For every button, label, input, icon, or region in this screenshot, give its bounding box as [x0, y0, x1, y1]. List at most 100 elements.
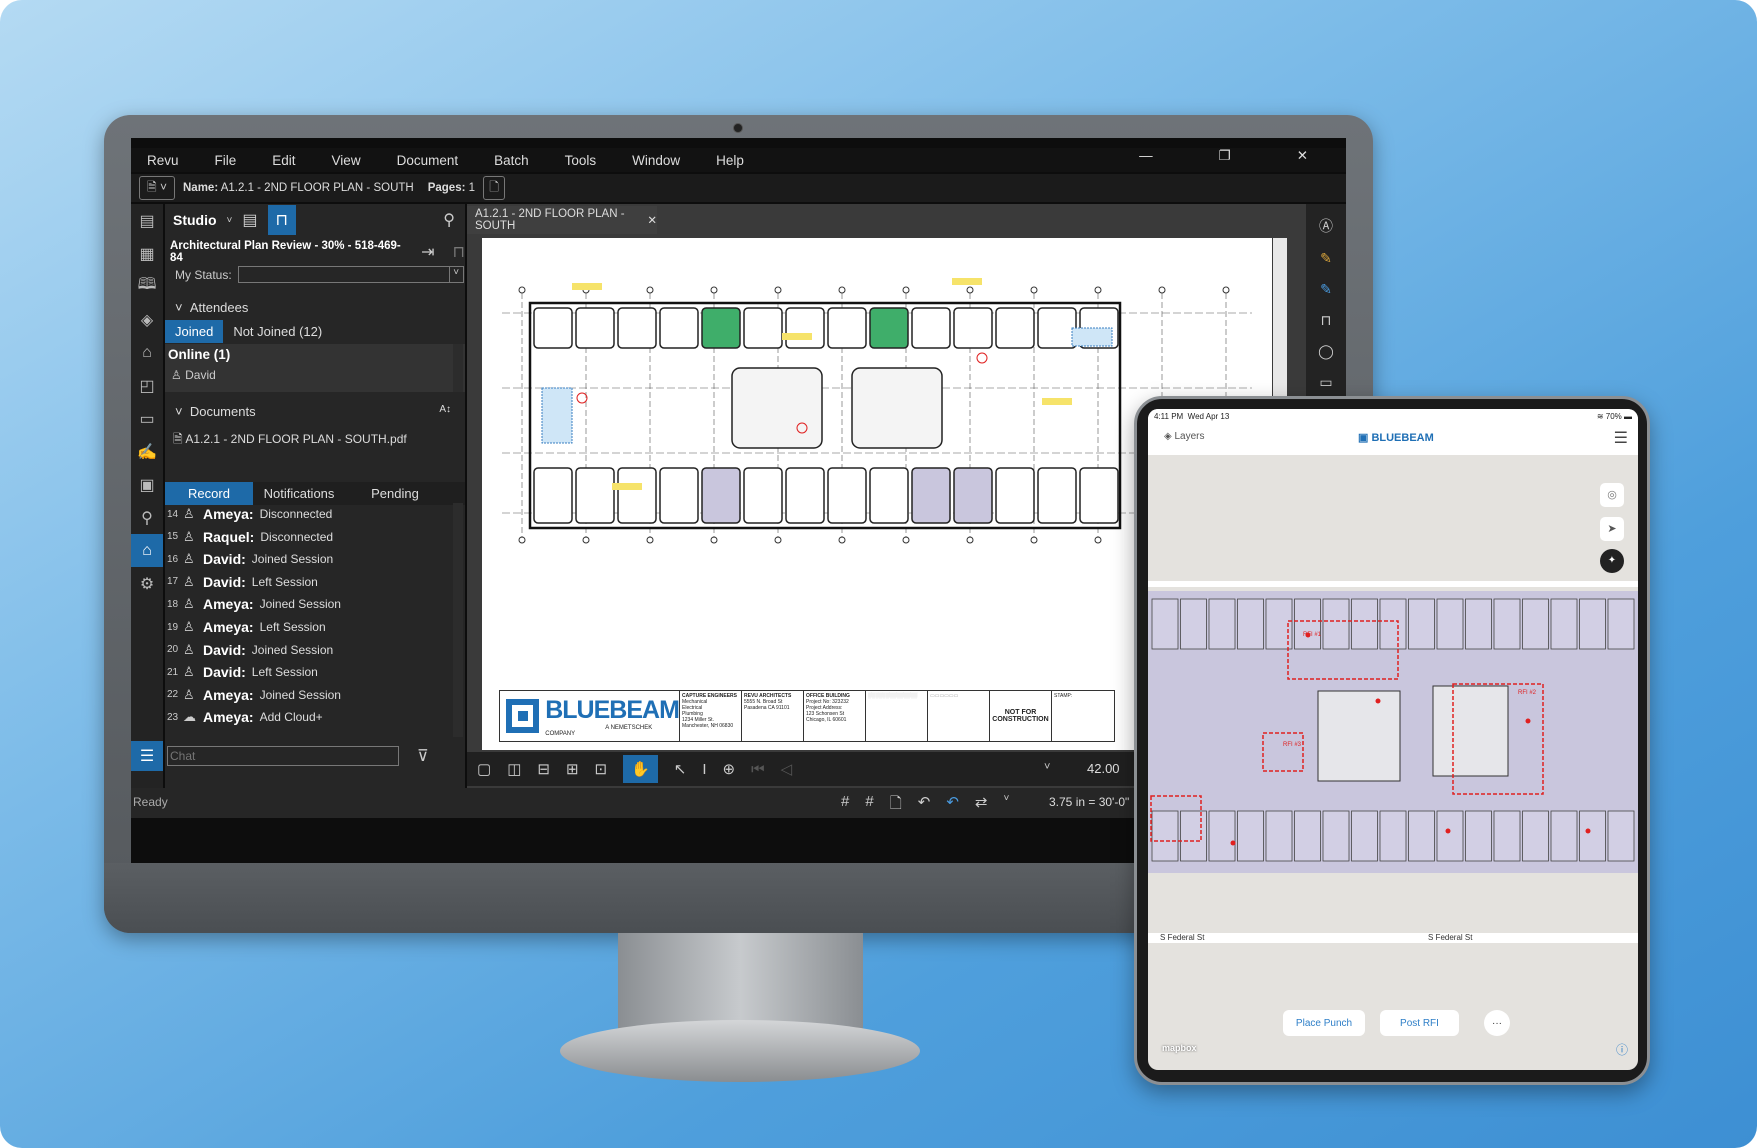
tablet-floor-plan[interactable]: RFI #1RFI #2RFI #3	[1148, 591, 1638, 873]
grid-icon[interactable]: #	[841, 793, 849, 818]
single-page-icon[interactable]: ▢	[477, 760, 491, 778]
measure-icon[interactable]: ▭	[131, 402, 163, 435]
split-vertical-icon[interactable]: ◫	[507, 760, 521, 778]
record-scrollbar[interactable]	[453, 503, 463, 737]
info-icon[interactable]: ⓘ	[1616, 1041, 1628, 1058]
text-select-icon[interactable]: I	[702, 761, 706, 778]
record-row[interactable]: 22 ♙ Ameya: Joined Session	[167, 684, 341, 706]
disconnect-icon[interactable]: ⚲	[443, 210, 455, 230]
record-row[interactable]: 20 ♙ David: Joined Session	[167, 639, 333, 661]
documents-header[interactable]: ˅ Documents A↕	[165, 404, 465, 419]
more-options-button[interactable]: ···	[1484, 1010, 1510, 1036]
thumbnails-icon[interactable]: ▦	[131, 237, 163, 270]
compass-icon[interactable]: ✦	[1600, 549, 1624, 573]
menu-tools[interactable]: Tools	[565, 153, 597, 168]
record-row[interactable]: 15 ♙ Raquel: Disconnected	[167, 526, 333, 548]
post-rfi-button[interactable]: Post RFI	[1380, 1010, 1459, 1036]
zoom-icon[interactable]: ⊕	[723, 760, 736, 778]
attendees-header[interactable]: ˅ Attendees	[165, 300, 465, 315]
first-page-icon[interactable]: ⏮	[751, 761, 765, 778]
record-row[interactable]: 18 ♙ Ameya: Joined Session	[167, 593, 341, 615]
status-select[interactable]: ˅	[237, 266, 464, 283]
scrollbar[interactable]	[453, 344, 463, 392]
reuse-markup-icon[interactable]: ↶	[946, 793, 959, 818]
highlight-pen-icon[interactable]: ✎	[1320, 250, 1332, 267]
tab-pending[interactable]: Pending	[345, 482, 445, 505]
record-row[interactable]: 21 ♙ David: Left Session	[167, 661, 318, 683]
person-icon: ♙	[183, 573, 195, 589]
record-row[interactable]: 23 ☁ Ameya: Add Cloud+	[167, 706, 323, 728]
close-button[interactable]: ✕	[1297, 148, 1308, 164]
snap-to-content-icon[interactable]: 🗋	[890, 793, 902, 818]
leave-session-icon[interactable]: ⇥	[421, 242, 434, 262]
settings-icon[interactable]: ⚙	[131, 567, 163, 600]
page-dropdown-icon[interactable]: ˅	[1044, 761, 1050, 773]
cloud-icon[interactable]: ◯	[1318, 343, 1334, 360]
room	[1579, 598, 1606, 650]
document-item[interactable]: 🗎 A1.2.1 - 2ND FLOOR PLAN - SOUTH.pdf	[165, 430, 465, 451]
studio-icon[interactable]: ⌂	[131, 534, 163, 567]
chat-list-icon[interactable]: ☰	[131, 741, 163, 771]
snap-to-grid-icon[interactable]: #	[865, 793, 873, 818]
toolbox-icon[interactable]: ⌂	[131, 336, 163, 369]
menu-revu[interactable]: Revu	[147, 153, 179, 168]
callout-icon[interactable]: ▭	[1319, 374, 1332, 391]
menu-help[interactable]: Help	[716, 153, 744, 168]
split-horizontal-icon[interactable]: ⊟	[537, 760, 550, 778]
stamps-icon[interactable]: ▣	[131, 468, 163, 501]
menu-window[interactable]: Window	[632, 153, 680, 168]
place-punch-button[interactable]: Place Punch	[1283, 1010, 1365, 1036]
markups-list-icon[interactable]: ◰	[131, 369, 163, 402]
select-tool-icon[interactable]: ↖	[674, 760, 687, 778]
fit-page-icon[interactable]: ⊞	[566, 760, 579, 778]
bookmarks-icon[interactable]: 🕮	[131, 270, 163, 303]
studio-dropdown[interactable]: Studio	[173, 212, 217, 228]
add-page-icon[interactable]: 🗋	[483, 176, 506, 200]
chevron-down-icon[interactable]: ˅	[227, 215, 233, 226]
chevron-down-icon[interactable]: ˅	[1003, 793, 1009, 818]
tab-notifications[interactable]: Notifications	[253, 482, 345, 505]
zoom-level[interactable]: 42.00	[1087, 761, 1120, 776]
document-tab[interactable]: A1.2.1 - 2ND FLOOR PLAN - SOUTH ✕	[467, 206, 657, 234]
hamburger-menu-icon[interactable]: ☰	[1614, 428, 1628, 448]
chat-input[interactable]	[167, 746, 399, 766]
record-row[interactable]: 16 ♙ David: Joined Session	[167, 548, 333, 570]
restore-button[interactable]: ❐	[1219, 148, 1231, 164]
previous-page-icon[interactable]: ◁	[781, 760, 793, 778]
signatures-icon[interactable]: ✍	[131, 435, 163, 468]
pan-tool-icon[interactable]: ✋	[623, 755, 658, 783]
file-menu-button[interactable]: 🗎 ˅	[139, 176, 175, 200]
layers-button[interactable]: ◈ Layers	[1164, 431, 1205, 442]
menu-view[interactable]: View	[332, 153, 361, 168]
menu-document[interactable]: Document	[397, 153, 459, 168]
minimize-button[interactable]: —	[1139, 148, 1153, 164]
file-access-icon[interactable]: ▤	[131, 204, 163, 237]
stamp-icon[interactable]: ⊓	[1321, 312, 1332, 329]
sessions-list-icon[interactable]: ▤	[242, 210, 257, 230]
menu-file[interactable]: File	[215, 153, 237, 168]
search-icon[interactable]: ⚲	[131, 501, 163, 534]
filter-icon[interactable]: ⊽	[417, 746, 429, 766]
fit-width-icon[interactable]: ⊡	[595, 760, 608, 778]
session-settings-icon[interactable]: ⊓	[453, 242, 465, 262]
close-tab-icon[interactable]: ✕	[647, 213, 657, 227]
record-row[interactable]: 19 ♙ Ameya: Left Session	[167, 616, 326, 638]
pen-icon[interactable]: ✎	[1320, 281, 1332, 298]
session-icon[interactable]: ⊓	[267, 205, 296, 235]
layers-icon[interactable]: ◈	[131, 303, 163, 336]
tab-joined[interactable]: Joined	[165, 320, 224, 343]
sort-icon[interactable]: A↕	[439, 404, 451, 415]
locate-icon[interactable]: ➤	[1600, 517, 1624, 541]
snap-to-markup-icon[interactable]: ↶	[918, 793, 931, 818]
text-box-icon[interactable]: Ⓐ	[1319, 216, 1333, 236]
room	[1579, 810, 1606, 862]
menu-batch[interactable]: Batch	[494, 153, 529, 168]
mapbox-attribution[interactable]: mapbox	[1162, 1043, 1197, 1053]
sync-icon[interactable]: ⇄	[975, 793, 988, 818]
tab-record[interactable]: Record	[165, 482, 253, 505]
menu-edit[interactable]: Edit	[272, 153, 295, 168]
tab-not-joined[interactable]: Not Joined (12)	[223, 320, 332, 343]
map-style-icon[interactable]: ◎	[1600, 483, 1624, 507]
record-row[interactable]: 14 ♙ Ameya: Disconnected	[167, 503, 332, 525]
record-row[interactable]: 17 ♙ David: Left Session	[167, 571, 318, 593]
